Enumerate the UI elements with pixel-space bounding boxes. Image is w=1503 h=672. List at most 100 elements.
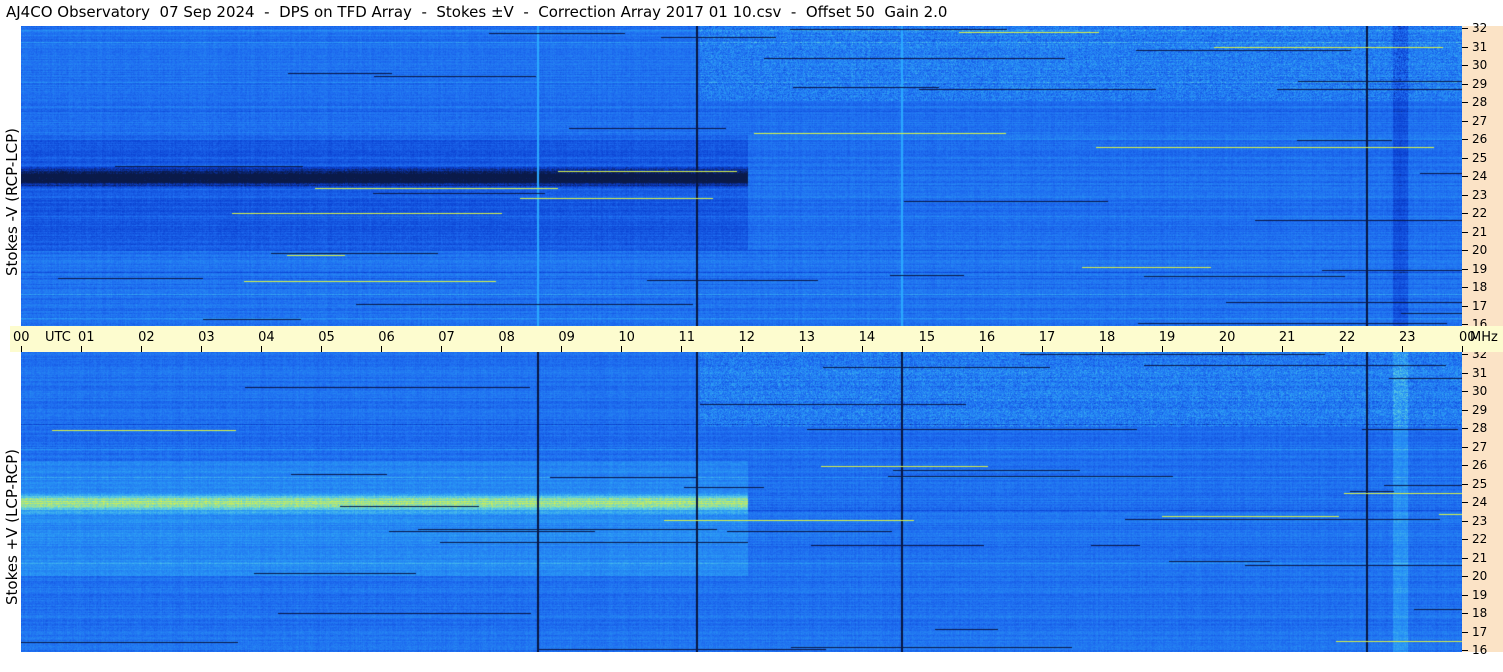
time-tick — [201, 346, 203, 352]
freq-tick — [1462, 324, 1468, 325]
freq-tick-label: 20 — [1472, 569, 1488, 583]
spectrogram-canvas-bottom — [21, 352, 1462, 652]
time-tick — [561, 346, 563, 352]
freq-tick — [1462, 158, 1468, 159]
freq-tick — [1462, 195, 1468, 196]
time-tick — [861, 346, 863, 352]
freq-tick-label: 16 — [1472, 643, 1488, 657]
ylabel-stokes-plus-v: Stokes +V (LCP-RCP) — [3, 449, 21, 605]
freq-tick-label: 22 — [1472, 532, 1488, 546]
time-tick — [1341, 346, 1343, 352]
freq-tick — [1462, 484, 1468, 485]
time-tick — [501, 346, 503, 352]
freq-tick — [1462, 502, 1468, 503]
freq-tick — [1462, 287, 1468, 288]
freq-tick-label: 23 — [1472, 188, 1488, 202]
freq-tick-label: 25 — [1472, 151, 1488, 165]
freq-tick — [1462, 576, 1468, 577]
time-axis-label: 18 — [1098, 330, 1116, 345]
freq-tick — [1462, 428, 1468, 429]
freq-tick-label: 32 — [1472, 21, 1488, 35]
freq-tick — [1462, 465, 1468, 466]
time-tick — [1462, 346, 1463, 352]
freq-tick — [1462, 28, 1468, 29]
freq-tick — [1462, 539, 1468, 540]
freq-tick-label: 21 — [1472, 551, 1488, 565]
freq-tick-label: 26 — [1472, 132, 1488, 146]
frequency-axis-bottom: 16 17 18 19 20 21 22 23 24 25 26 27 28 29 30 31 32 — [1462, 348, 1503, 656]
time-axis-label: 16 — [978, 330, 996, 345]
time-axis-label: UTC — [45, 330, 71, 345]
freq-tick — [1462, 232, 1468, 233]
time-axis-label: 02 — [138, 330, 155, 345]
freq-tick-label: 21 — [1472, 225, 1488, 239]
time-axis-label: 13 — [798, 330, 816, 345]
freq-tick-label: 27 — [1472, 114, 1488, 128]
time-axis-label: 01 — [78, 330, 95, 345]
freq-tick-label: 29 — [1472, 77, 1488, 91]
freq-tick — [1462, 354, 1468, 355]
freq-tick-label: 24 — [1472, 169, 1488, 183]
freq-tick-label: 30 — [1472, 384, 1488, 398]
freq-tick-label: 17 — [1472, 299, 1488, 313]
time-axis-label: 06 — [378, 330, 395, 345]
time-tick — [1281, 346, 1283, 352]
freq-tick-label: 27 — [1472, 440, 1488, 454]
freq-tick — [1462, 306, 1468, 307]
spectrogram-stokes-plus-v — [21, 352, 1462, 652]
freq-tick — [1462, 47, 1468, 48]
time-axis-label: 19 — [1158, 330, 1176, 345]
time-tick — [741, 346, 743, 352]
freq-tick — [1462, 613, 1468, 614]
freq-tick-label: 29 — [1472, 403, 1488, 417]
freq-tick-label: 31 — [1472, 40, 1488, 54]
time-axis-label: 11 — [678, 330, 695, 345]
time-tick — [441, 346, 443, 352]
time-axis-label: 03 — [198, 330, 215, 345]
freq-tick-label: 31 — [1472, 366, 1488, 380]
time-axis-label: 07 — [438, 330, 455, 345]
time-axis-label: 10 — [618, 330, 635, 345]
time-tick — [921, 346, 923, 352]
time-axis-label: 12 — [738, 330, 756, 345]
ylabel-stokes-minus-v: Stokes -V (RCP-LCP) — [3, 128, 21, 276]
freq-tick — [1462, 250, 1468, 251]
spectrogram-canvas-top — [21, 26, 1462, 326]
freq-tick-label: 26 — [1472, 458, 1488, 472]
freq-tick — [1462, 595, 1468, 596]
time-tick — [21, 346, 22, 352]
time-axis-label: 14 — [858, 330, 876, 345]
freq-tick — [1462, 176, 1468, 177]
time-axis-label: 21 — [1278, 330, 1296, 345]
time-tick — [321, 346, 323, 352]
freq-tick — [1462, 558, 1468, 559]
time-axis-label: 05 — [318, 330, 335, 345]
frequency-axis-top: 16 17 18 19 20 21 22 23 24 25 26 27 28 29 30 31 32 — [1462, 22, 1503, 330]
freq-tick — [1462, 139, 1468, 140]
time-axis-label: 15 — [918, 330, 936, 345]
time-tick — [1101, 346, 1103, 352]
freq-tick-label: 23 — [1472, 514, 1488, 528]
time-tick — [1161, 346, 1163, 352]
utc-time-axis: 00 UTC 01 02 03 04 05 06 07 08 09 10 11 12 13 14 15 16 17 1… — [10, 326, 1503, 352]
time-axis-label: 00 — [13, 330, 30, 345]
freq-tick-label: 17 — [1472, 625, 1488, 639]
freq-tick-label: 18 — [1472, 606, 1488, 620]
freq-tick — [1462, 632, 1468, 633]
freq-tick-label: 28 — [1472, 421, 1488, 435]
freq-tick — [1462, 447, 1468, 448]
time-tick — [1221, 346, 1223, 352]
freq-tick — [1462, 391, 1468, 392]
time-axis-label: 22 — [1338, 330, 1356, 345]
freq-tick-label: 25 — [1472, 477, 1488, 491]
spectrogram-stokes-minus-v — [21, 26, 1462, 326]
freq-tick-label: 30 — [1472, 58, 1488, 72]
freq-tick-label: 20 — [1472, 243, 1488, 257]
time-axis-label: 08 — [498, 330, 515, 345]
time-tick — [801, 346, 803, 352]
freq-tick-label: 22 — [1472, 206, 1488, 220]
time-tick — [81, 346, 83, 352]
time-axis-label: 23 — [1398, 330, 1416, 345]
freq-tick — [1462, 410, 1468, 411]
time-tick — [681, 346, 683, 352]
